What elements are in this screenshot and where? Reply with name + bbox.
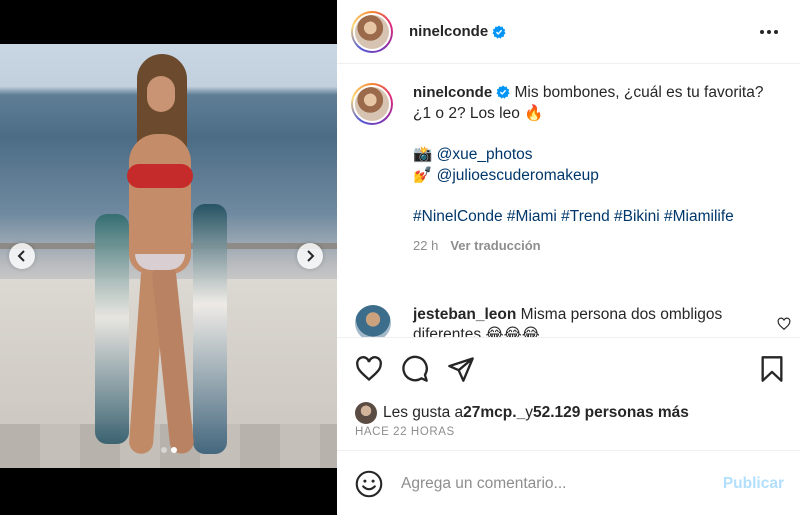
post-timestamp[interactable]: HACE 22 HORAS <box>355 426 455 438</box>
liker-avatar <box>355 402 377 424</box>
comments-section[interactable]: ninelconde Mis bombones, ¿cuál es tu fav… <box>337 65 800 337</box>
post-header: ninelconde <box>337 0 800 64</box>
chevron-right-icon <box>307 250 315 262</box>
post-media <box>0 0 337 515</box>
credit-2-emoji: 💅 <box>413 166 433 184</box>
credit-1-link[interactable]: @xue_photos <box>437 146 533 163</box>
credit-2-link[interactable]: @julioescuderomakeup <box>437 167 599 184</box>
post-age: 22 h <box>413 237 439 253</box>
likes-summary[interactable]: Les gusta a 27mcp._ y 52.129 personas má… <box>355 402 689 424</box>
comment-text: jesteban_leon Misma persona dos ombligos… <box>413 305 753 337</box>
comment-item: jesteban_leon Misma persona dos ombligos… <box>355 305 795 337</box>
commenter-username[interactable]: jesteban_leon <box>413 306 516 323</box>
liker-username[interactable]: 27mcp._ <box>463 404 525 422</box>
like-icon[interactable] <box>355 355 383 383</box>
carousel-indicator <box>0 447 337 453</box>
caption-text: ninelconde Mis bombones, ¿cuál es tu fav… <box>413 83 773 257</box>
carousel-dot <box>160 447 167 453</box>
post-details-panel: ninelconde ninelconde Mis bombones, ¿cuá… <box>337 0 800 515</box>
post-caption: ninelconde Mis bombones, ¿cuál es tu fav… <box>351 83 773 257</box>
post-photo[interactable] <box>0 44 337 468</box>
verified-badge-icon <box>496 85 510 99</box>
commenter-avatar[interactable] <box>355 305 391 337</box>
share-icon[interactable] <box>447 355 475 383</box>
comment-icon[interactable] <box>401 355 429 383</box>
post-actions: Les gusta a 27mcp._ y 52.129 personas má… <box>337 337 800 515</box>
carousel-dot-active <box>170 447 177 453</box>
comment-input[interactable] <box>401 474 701 493</box>
author-avatar[interactable] <box>351 10 393 53</box>
more-options-icon[interactable] <box>758 22 780 42</box>
carousel-prev-button[interactable] <box>9 243 35 269</box>
caption-meta: 22 h Ver traducción <box>413 236 773 257</box>
comment-like-icon[interactable] <box>777 317 791 331</box>
credit-1-emoji: 📸 <box>413 146 433 164</box>
carousel-next-button[interactable] <box>297 243 323 269</box>
publish-button[interactable]: Publicar <box>723 475 784 493</box>
likes-prefix: Les gusta a <box>383 404 464 421</box>
photo-subject <box>95 54 227 464</box>
caption-line-1: Mis bombones, ¿cuál es tu favorita? <box>510 84 764 101</box>
likes-count[interactable]: 52.129 personas más <box>533 404 689 422</box>
bookmark-icon <box>761 356 783 382</box>
caption-line-2: ¿1 o 2? Los leo 🔥 <box>413 104 544 122</box>
author-username[interactable]: ninelconde <box>409 23 488 40</box>
hashtags[interactable]: #NinelConde #Miami #Trend #Bikini #Miami… <box>413 208 734 225</box>
save-button[interactable] <box>758 355 786 388</box>
action-icons <box>355 355 475 383</box>
caption-username[interactable]: ninelconde <box>413 84 492 101</box>
add-comment-bar: Publicar <box>337 450 800 515</box>
caption-author-avatar[interactable] <box>351 83 393 125</box>
chevron-left-icon <box>17 250 25 262</box>
emoji-icon[interactable] <box>355 470 383 498</box>
likes-middle: y <box>525 404 533 421</box>
translate-button[interactable]: Ver traducción <box>450 238 540 253</box>
verified-badge-icon <box>492 24 506 39</box>
